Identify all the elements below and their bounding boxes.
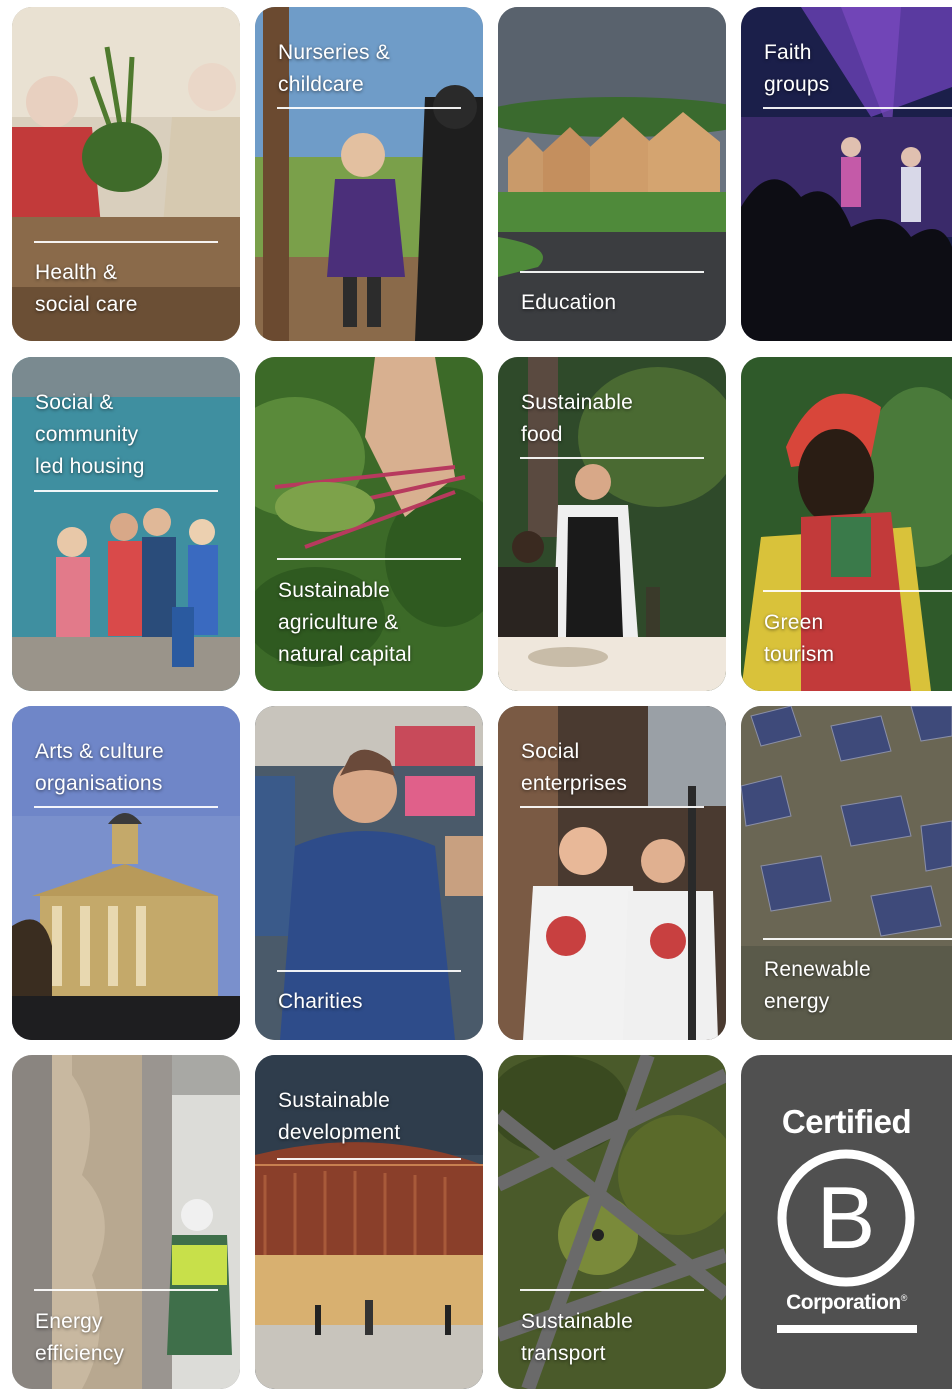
tile-label: Renewable energy <box>764 958 871 1013</box>
tile-label: Social enterprises <box>521 740 628 795</box>
tile-social-housing[interactable]: Social & community led housing <box>12 357 240 691</box>
tile-label: Sustainable food <box>521 391 633 446</box>
tile-renewable-energy[interactable]: Renewable energy <box>741 706 952 1040</box>
tile-label: Faith groups <box>764 41 830 96</box>
tile-sustainable-food[interactable]: Sustainable food <box>498 357 726 691</box>
tile-sustainable-transport[interactable]: Sustainable transport <box>498 1055 726 1389</box>
tile-charities[interactable]: Charities <box>255 706 483 1040</box>
bcorp-corporation-text: Corporation® <box>741 1291 952 1315</box>
tile-green-tourism[interactable]: Green tourism <box>741 357 952 691</box>
tile-label: Sustainable agriculture & natural capita… <box>278 579 412 666</box>
bcorp-certification-tile: Certified B Corporation® <box>741 1055 952 1389</box>
tile-health-social-care[interactable]: Health & social care <box>12 7 240 341</box>
tile-label: Nurseries & childcare <box>278 41 390 96</box>
label-rule <box>34 490 218 492</box>
label-rule <box>277 558 461 560</box>
bcorp-logo-icon: B <box>777 1149 915 1287</box>
label-rule <box>520 457 704 459</box>
tile-arts-culture[interactable]: Arts & culture organisations <box>12 706 240 1040</box>
tile-label: Social & community led housing <box>35 391 145 478</box>
label-rule <box>520 806 704 808</box>
tile-label: Arts & culture organisations <box>35 740 164 795</box>
bcorp-corporation-word: Corporation <box>786 1291 901 1314</box>
label-rule <box>763 938 952 940</box>
label-rule <box>763 107 952 109</box>
tile-label: Green tourism <box>764 611 835 666</box>
tile-label: Charities <box>278 990 363 1013</box>
label-rule <box>520 271 704 273</box>
sector-grid: Health & social care Nurseries & childca… <box>0 0 952 1389</box>
label-rule <box>277 107 461 109</box>
label-rule <box>277 1158 461 1160</box>
label-rule <box>277 970 461 972</box>
bcorp-letter: B <box>817 1168 876 1267</box>
tile-faith-groups[interactable]: Faith groups <box>741 7 952 341</box>
registered-mark: ® <box>900 1293 908 1303</box>
tile-label: Sustainable transport <box>521 1310 633 1365</box>
label-rule <box>763 590 952 592</box>
tile-label: Education <box>521 291 617 314</box>
tile-social-enterprises[interactable]: Social enterprises <box>498 706 726 1040</box>
label-rule <box>520 1289 704 1291</box>
tile-label: Energy efficiency <box>35 1310 125 1365</box>
tile-energy-efficiency[interactable]: Energy efficiency <box>12 1055 240 1389</box>
label-rule <box>34 806 218 808</box>
tile-label: Health & social care <box>35 261 138 316</box>
label-rule <box>34 1289 218 1291</box>
tile-label: Sustainable development <box>278 1089 401 1144</box>
tile-sustainable-agriculture[interactable]: Sustainable agriculture & natural capita… <box>255 357 483 691</box>
bcorp-underline-bar <box>777 1325 917 1333</box>
bcorp-certified-text: Certified <box>781 1103 912 1140</box>
label-rule <box>34 241 218 243</box>
tile-sustainable-development[interactable]: Sustainable development <box>255 1055 483 1389</box>
tile-nurseries-childcare[interactable]: Nurseries & childcare <box>255 7 483 341</box>
tile-education[interactable]: Education <box>498 7 726 341</box>
